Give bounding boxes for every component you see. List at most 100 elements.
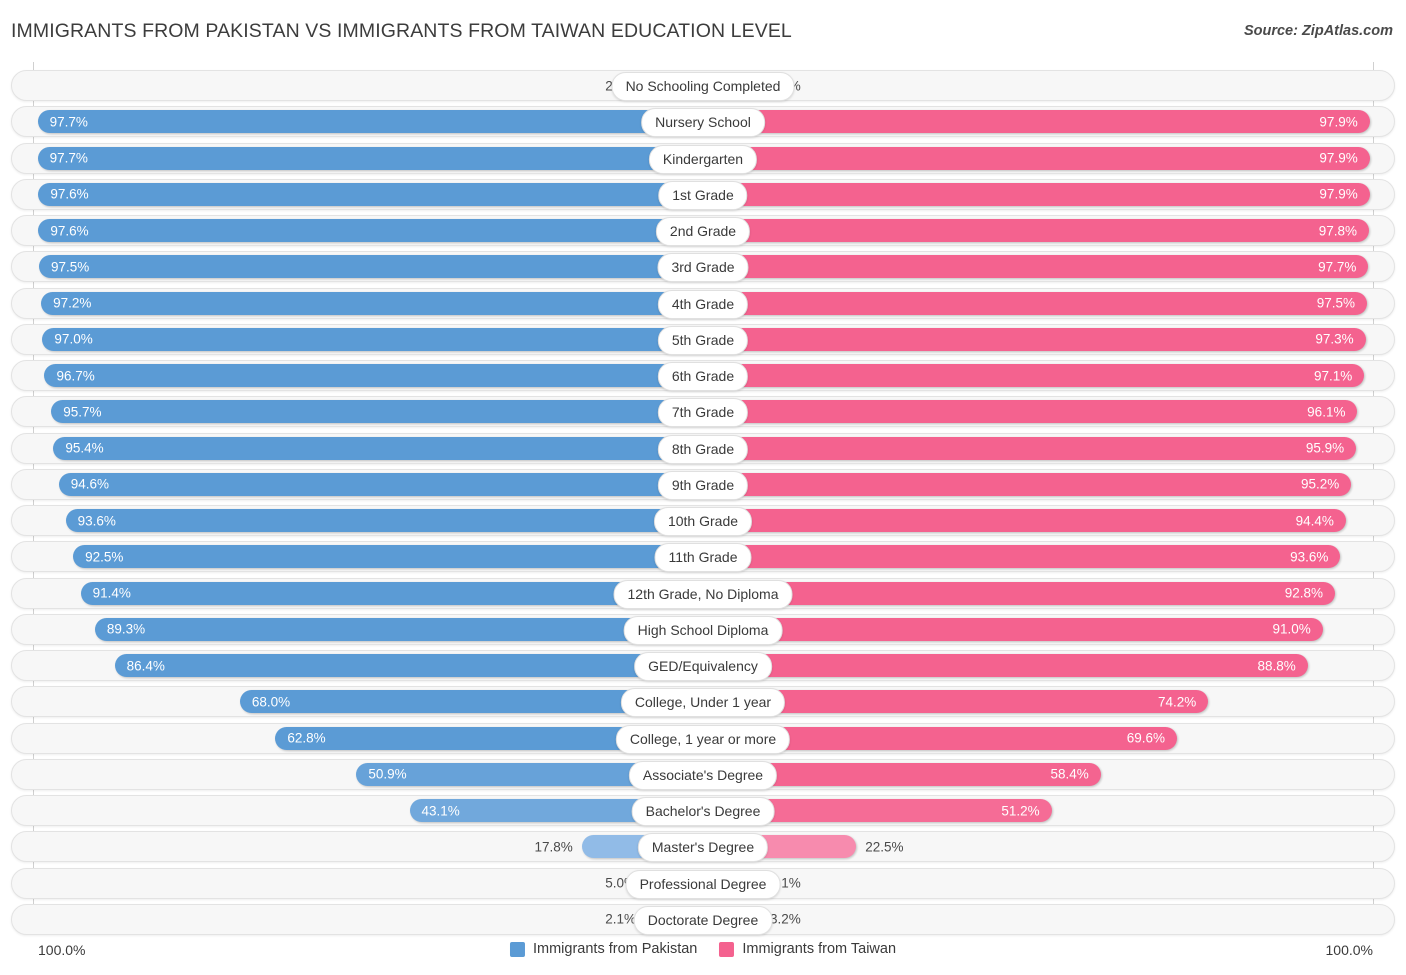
- bar-right[interactable]: [703, 654, 1308, 677]
- table-row: 17.8% 22.5% Master's Degree: [11, 831, 1395, 863]
- bar-right[interactable]: [703, 581, 1335, 605]
- bar-group-right: 2.1%: [703, 70, 1384, 101]
- bar-right[interactable]: [703, 436, 1357, 460]
- bar-left[interactable]: [94, 617, 703, 641]
- bar-group-left: 91.4%: [22, 578, 703, 609]
- bar-group-right: 97.9%: [703, 143, 1384, 174]
- bar-group-left: 2.1%: [22, 904, 703, 935]
- category-label: 5th Grade: [657, 325, 749, 355]
- category-label: 6th Grade: [657, 362, 749, 391]
- bar-value-left: 62.8%: [287, 730, 326, 746]
- legend-item-pakistan[interactable]: Immigrants from Pakistan: [509, 941, 698, 957]
- bar-value-left: 96.7%: [56, 367, 95, 383]
- bar-left[interactable]: [41, 291, 703, 315]
- bar-right[interactable]: [703, 400, 1358, 424]
- table-row: 97.2% 97.5% 4th Grade: [11, 287, 1395, 319]
- bar-group-right: 91.0%: [703, 614, 1384, 645]
- bar-right[interactable]: [703, 327, 1366, 351]
- table-row: 96.7% 97.1% 6th Grade: [11, 360, 1395, 391]
- bar-right[interactable]: [703, 146, 1370, 170]
- bar-group-left: 86.4%: [22, 650, 703, 681]
- table-row: 5.0% 7.1% Professional Degree: [11, 867, 1395, 899]
- bar-left[interactable]: [73, 545, 703, 569]
- bar-right[interactable]: [703, 291, 1367, 315]
- bar-right[interactable]: [703, 545, 1341, 569]
- bar-group-left: 50.9%: [22, 759, 703, 790]
- category-label: High School Diploma: [623, 615, 783, 645]
- bar-group-left: 43.1%: [22, 795, 703, 826]
- table-row: 62.8% 69.6% College, 1 year or more: [11, 722, 1395, 754]
- bar-value-left: 95.7%: [63, 404, 102, 419]
- bar-right[interactable]: [703, 617, 1323, 641]
- bar-left[interactable]: [80, 581, 703, 605]
- bar-group-right: 95.2%: [703, 469, 1384, 500]
- bar-value-right: 97.3%: [1315, 331, 1354, 347]
- category-label: GED/Equivalency: [634, 652, 772, 681]
- legend-label: Immigrants from Pakistan: [532, 941, 698, 957]
- bar-left[interactable]: [65, 509, 703, 532]
- table-row: 97.5% 97.7% 3rd Grade: [11, 251, 1395, 283]
- bar-left[interactable]: [51, 400, 703, 424]
- category-label: 9th Grade: [657, 470, 749, 500]
- category-label: Associate's Degree: [628, 760, 778, 790]
- bar-value-right: 92.8%: [1284, 585, 1323, 601]
- bar-left[interactable]: [38, 182, 703, 206]
- bar-right[interactable]: [703, 219, 1370, 242]
- bar-right[interactable]: [703, 110, 1370, 134]
- bar-value-right: 97.8%: [1318, 222, 1358, 238]
- table-row: 97.7% 97.9% Nursery School: [11, 106, 1395, 138]
- bar-left[interactable]: [37, 146, 703, 170]
- bar-left[interactable]: [44, 364, 703, 387]
- bar-left[interactable]: [39, 255, 703, 279]
- bar-right[interactable]: [703, 509, 1346, 532]
- bar-group-right: 97.5%: [703, 288, 1384, 319]
- bar-value-right: 58.4%: [1050, 766, 1089, 782]
- bar-left[interactable]: [58, 472, 703, 496]
- bar-value-left: 91.4%: [92, 585, 131, 601]
- table-row: 97.7% 97.9% Kindergarten: [11, 142, 1395, 174]
- bar-left[interactable]: [53, 436, 703, 460]
- bar-value-left: 97.6%: [50, 186, 89, 202]
- category-label: No Schooling Completed: [611, 72, 795, 101]
- category-label: 12th Grade, No Diploma: [613, 579, 793, 609]
- bar-left[interactable]: [42, 327, 703, 351]
- table-row: 86.4% 88.8% GED/Equivalency: [11, 650, 1395, 681]
- bar-group-right: 97.7%: [703, 251, 1384, 282]
- bar-value-right: 91.0%: [1272, 621, 1311, 637]
- bar-value-left: 50.9%: [368, 766, 407, 782]
- bar-right[interactable]: [703, 472, 1352, 496]
- table-row: 68.0% 74.2% College, Under 1 year: [11, 686, 1395, 718]
- bar-left[interactable]: [37, 110, 703, 134]
- category-label: Professional Degree: [625, 869, 781, 899]
- table-row: 94.6% 95.2% 9th Grade: [11, 468, 1395, 500]
- bar-group-left: 5.0%: [22, 868, 703, 899]
- bar-value-right: 96.1%: [1307, 404, 1346, 419]
- bar-right[interactable]: [703, 182, 1370, 206]
- bar-left[interactable]: [38, 219, 703, 242]
- bar-group-right: 74.2%: [703, 686, 1384, 717]
- bar-value-right: 94.4%: [1295, 512, 1334, 528]
- chart-footer: 100.0% 100.0% Immigrants from Pakistan Im…: [0, 936, 1406, 975]
- bar-value-right: 97.9%: [1319, 114, 1358, 129]
- category-label: College, Under 1 year: [620, 688, 786, 718]
- category-label: 1st Grade: [658, 180, 748, 210]
- category-label: 4th Grade: [657, 289, 749, 319]
- bar-group-left: 94.6%: [22, 469, 703, 500]
- bar-value-left: 17.8%: [534, 839, 573, 854]
- legend-item-taiwan[interactable]: Immigrants from Taiwan: [719, 941, 896, 957]
- bar-group-right: 88.8%: [703, 650, 1384, 681]
- bar-right[interactable]: [703, 255, 1369, 279]
- page-title: IMMIGRANTS FROM PAKISTAN VS IMMIGRANTS F…: [11, 20, 792, 42]
- bar-value-left: 97.2%: [53, 295, 92, 311]
- bar-value-left: 97.6%: [50, 222, 89, 238]
- bar-value-right: 97.1%: [1313, 367, 1353, 383]
- bar-right[interactable]: [703, 364, 1365, 387]
- bar-value-right: 97.9%: [1319, 150, 1358, 166]
- bar-group-right: 97.9%: [703, 106, 1384, 137]
- bar-group-right: 92.8%: [703, 578, 1384, 609]
- bar-group-left: 97.6%: [22, 179, 703, 210]
- bar-value-left: 86.4%: [126, 657, 165, 673]
- bar-left[interactable]: [114, 654, 703, 677]
- category-label: Master's Degree: [637, 833, 769, 863]
- bar-value-left: 95.4%: [65, 440, 104, 456]
